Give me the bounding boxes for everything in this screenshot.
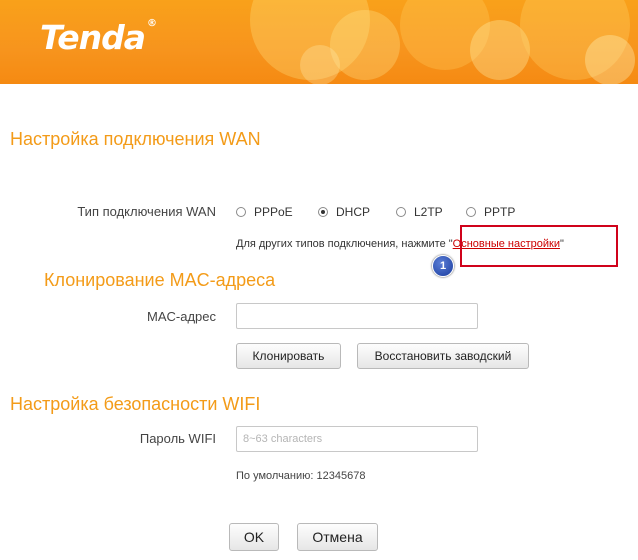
mac-address-label: MAC-адрес — [147, 309, 216, 324]
radio-l2tp-label: L2TP — [414, 205, 443, 219]
highlight-box — [460, 225, 618, 267]
ok-button[interactable]: OK — [229, 523, 279, 551]
clone-button[interactable]: Клонировать — [236, 343, 341, 369]
wan-type-radio-group: PPPoE DHCP L2TP PPTP — [236, 205, 515, 219]
logo-text: Tenda — [40, 18, 146, 57]
radio-pptp-circle[interactable] — [466, 207, 476, 217]
mac-address-input[interactable] — [236, 303, 478, 329]
wifi-section-title: Настройка безопасности WIFI — [10, 394, 261, 414]
radio-dhcp-label: DHCP — [336, 205, 371, 219]
wifi-password-input[interactable] — [236, 426, 478, 452]
radio-l2tp[interactable]: L2TP — [396, 205, 466, 219]
radio-pptp[interactable]: PPTP — [466, 205, 515, 219]
header-banner: Tenda ® — [0, 0, 638, 84]
bokeh-decoration — [300, 45, 340, 84]
wan-type-label: Тип подключения WAN — [77, 204, 216, 219]
bokeh-decoration — [585, 35, 635, 84]
bokeh-decoration — [330, 10, 400, 80]
tenda-logo: Tenda ® — [40, 18, 157, 57]
radio-pppoe-label: PPPoE — [254, 205, 293, 219]
hint-prefix: Для других типов подключения, нажмите " — [236, 238, 453, 250]
wifi-password-label: Пароль WIFI — [139, 431, 216, 446]
cancel-button[interactable]: Отмена — [297, 523, 378, 551]
step-number-badge: 1 — [432, 255, 454, 277]
mac-section-title: Клонирование MAC-адреса — [44, 270, 276, 290]
radio-dhcp-circle[interactable] — [318, 207, 328, 217]
radio-pppoe[interactable]: PPPoE — [236, 205, 318, 219]
restore-factory-button[interactable]: Восстановить заводский — [357, 343, 529, 369]
wan-section-title: Настройка подключения WAN — [10, 129, 261, 149]
radio-dhcp[interactable]: DHCP — [318, 205, 396, 219]
radio-pppoe-circle[interactable] — [236, 207, 246, 217]
default-password-text: По умолчанию: 12345678 — [236, 470, 366, 482]
registered-mark: ® — [147, 18, 157, 29]
radio-l2tp-circle[interactable] — [396, 207, 406, 217]
radio-pptp-label: PPTP — [484, 205, 516, 219]
